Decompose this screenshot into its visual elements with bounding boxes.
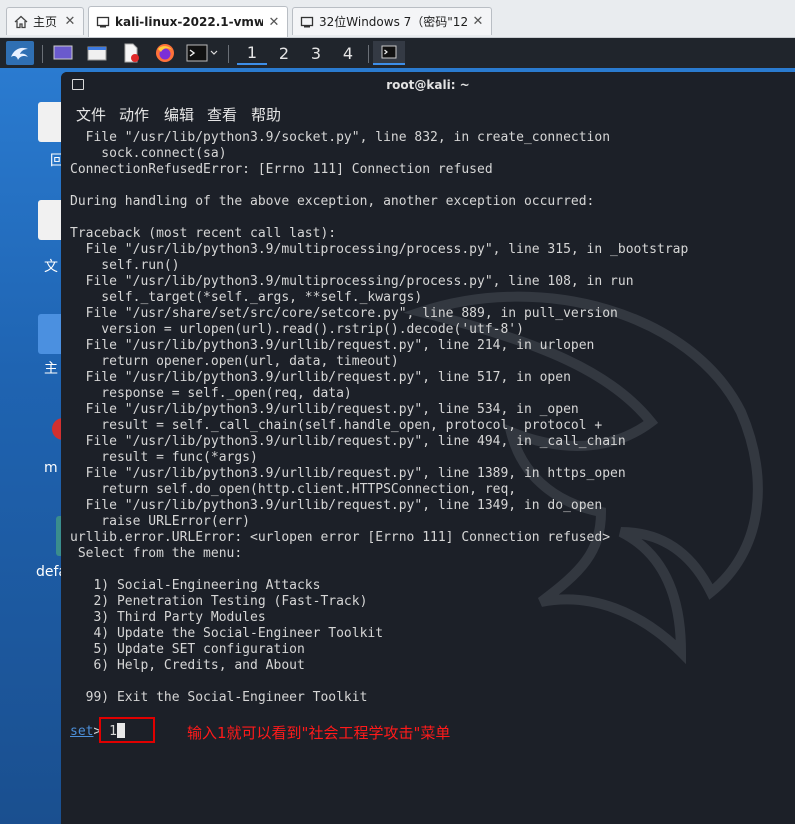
terminal-line: self._target(*self._args, **self._kwargs… <box>70 290 423 305</box>
kali-menu-icon[interactable] <box>6 41 34 65</box>
terminal-line: File "/usr/share/set/src/core/setcore.py… <box>70 306 618 321</box>
terminal-line: urllib.error.URLError: <urlopen error [E… <box>70 530 611 545</box>
terminal-line: 99) Exit the Social-Engineer Toolkit <box>70 690 368 705</box>
terminal-line: File "/usr/lib/python3.9/urllib/request.… <box>70 434 626 449</box>
terminal-line: result = func(*args) <box>70 450 258 465</box>
terminal-line: File "/usr/lib/python3.9/multiprocessing… <box>70 242 689 257</box>
menu-edit[interactable]: 编辑 <box>164 104 194 125</box>
terminal-line: return self.do_open(http.client.HTTPSCon… <box>70 482 517 497</box>
terminal-line: During handling of the above exception, … <box>70 194 595 209</box>
desktop-label: m <box>44 460 58 476</box>
terminal-line: 2) Penetration Testing (Fast-Track) <box>70 594 368 609</box>
terminal-line: self.run() <box>70 258 180 273</box>
menu-file[interactable]: 文件 <box>76 104 106 125</box>
input-highlight-box <box>99 717 155 743</box>
terminal-line: File "/usr/lib/python3.9/urllib/request.… <box>70 402 579 417</box>
terminal-line: response = self._open(req, data) <box>70 386 352 401</box>
terminal-line: ConnectionRefusedError: [Errno 111] Conn… <box>70 162 493 177</box>
prompt-label: set <box>70 724 94 739</box>
terminal-line: File "/usr/lib/python3.9/urllib/request.… <box>70 466 626 481</box>
terminal-line: File "/usr/lib/python3.9/urllib/request.… <box>70 370 571 385</box>
terminal-launcher-icon[interactable] <box>184 41 220 65</box>
tab-kali-label: kali-linux-2022.1-vmware... <box>115 15 263 29</box>
close-icon[interactable]: ✕ <box>63 14 77 29</box>
terminal-window: root@kali: ~ 文件 动作 编辑 查看 帮助 File "/usr/l… <box>61 72 795 824</box>
terminal-line: sock.connect(sa) <box>70 146 227 161</box>
firefox-icon[interactable] <box>152 41 178 65</box>
terminal-line: 1) Social-Engineering Attacks <box>70 578 321 593</box>
terminal-line: File "/usr/lib/python3.9/urllib/request.… <box>70 498 603 513</box>
menu-view[interactable]: 查看 <box>207 104 237 125</box>
terminal-line: 4) Update the Social-Engineer Toolkit <box>70 626 384 641</box>
terminal-line: File "/usr/lib/python3.9/urllib/request.… <box>70 338 595 353</box>
tab-home-label: 主页 <box>33 15 58 29</box>
terminal-line: version = urlopen(url).read().rstrip().d… <box>70 322 524 337</box>
terminal-menubar: 文件 动作 编辑 查看 帮助 <box>61 100 795 126</box>
workspace-4[interactable]: 4 <box>333 41 363 65</box>
terminal-line: 3) Third Party Modules <box>70 610 266 625</box>
tab-home[interactable]: 主页 ✕ <box>6 7 84 35</box>
desktop-label: 文 <box>44 259 58 275</box>
text-editor-icon[interactable] <box>118 41 144 65</box>
window-title: root@kali: ~ <box>386 78 470 92</box>
close-icon[interactable]: ✕ <box>471 14 485 29</box>
vm-icon <box>95 14 111 30</box>
tab-win7-vm[interactable]: 32位Windows 7（密码"1234... ✕ <box>292 7 492 35</box>
terminal-line: 6) Help, Credits, and About <box>70 658 305 673</box>
panel-separator <box>228 45 229 63</box>
panel-separator <box>42 45 43 63</box>
desktop-label: 主 <box>44 361 58 377</box>
terminal-line: File "/usr/lib/python3.9/socket.py", lin… <box>70 130 611 145</box>
terminal-line: File "/usr/lib/python3.9/multiprocessing… <box>70 274 634 289</box>
home-icon <box>13 14 29 30</box>
workspace-2[interactable]: 2 <box>269 41 299 65</box>
terminal-line: return opener.open(url, data, timeout) <box>70 354 399 369</box>
tab-win7-label: 32位Windows 7（密码"1234... <box>319 15 467 29</box>
file-manager-icon[interactable] <box>84 41 110 65</box>
tab-kali-vm[interactable]: kali-linux-2022.1-vmware... ✕ <box>88 6 288 37</box>
menu-action[interactable]: 动作 <box>119 104 149 125</box>
terminal-titlebar: root@kali: ~ <box>61 72 795 100</box>
workspace-3[interactable]: 3 <box>301 41 331 65</box>
panel-separator <box>368 45 369 63</box>
terminal-line: 5) Update SET configuration <box>70 642 305 657</box>
terminal-line: raise URLError(err) <box>70 514 251 529</box>
host-tab-strip: 主页 ✕ kali-linux-2022.1-vmware... ✕ 32位Wi… <box>0 0 795 38</box>
vm-icon <box>299 14 315 30</box>
terminal-line: Select from the menu: <box>70 546 243 561</box>
annotation-note: 输入1就可以看到"社会工程学攻击"菜单 <box>187 724 451 742</box>
kali-top-panel: 1 2 3 4 <box>0 38 795 68</box>
terminal-line: result = self._call_chain(self.handle_op… <box>70 418 603 433</box>
terminal-line: Traceback (most recent call last): <box>70 226 337 241</box>
taskbar-terminal-window[interactable] <box>373 41 405 65</box>
close-icon[interactable]: ✕ <box>267 15 281 30</box>
terminal-output: File "/usr/lib/python3.9/socket.py", lin… <box>70 130 792 706</box>
workspace-1[interactable]: 1 <box>237 41 267 65</box>
menu-help[interactable]: 帮助 <box>251 104 281 125</box>
show-desktop-icon[interactable] <box>50 41 76 65</box>
